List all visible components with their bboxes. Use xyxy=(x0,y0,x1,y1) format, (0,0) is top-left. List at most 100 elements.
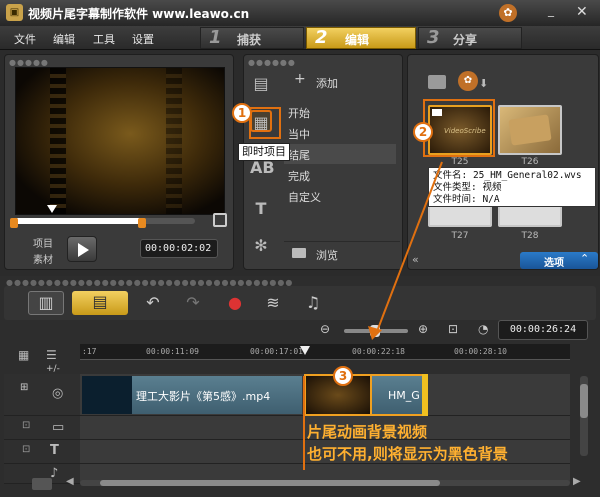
title-track-icon[interactable]: T xyxy=(50,443,59,458)
tab-edit[interactable]: 2 编辑 xyxy=(306,27,416,49)
thumb-t25[interactable]: VideoScribe xyxy=(428,105,492,155)
zoom-in-icon[interactable]: ⊕ xyxy=(418,322,428,336)
scrubber-handle[interactable] xyxy=(47,205,57,213)
end-clip-label: HM_G xyxy=(388,389,420,402)
project-mode-label[interactable]: 项目 xyxy=(33,235,53,250)
options-label: 选项 xyxy=(544,258,564,269)
import-arrow-icon[interactable]: ⬇ xyxy=(479,77,489,90)
video-track-header: ⊞ ◎ xyxy=(4,374,80,416)
menu-tools[interactable]: 工具 xyxy=(93,31,115,47)
menu-edit[interactable]: 编辑 xyxy=(53,31,75,47)
category-middle[interactable]: 当中 xyxy=(288,126,310,142)
track-add-button[interactable] xyxy=(32,478,52,490)
thumb-t28[interactable] xyxy=(498,205,562,227)
tab-capture[interactable]: 1 捕获 xyxy=(200,27,304,49)
app-logo-icon: ▣ xyxy=(6,4,23,21)
storyboard-view-icon[interactable]: ▥ xyxy=(28,291,64,315)
tooltip-instant-project: 即时项目 xyxy=(238,143,290,161)
scroll-left-icon[interactable]: ◀ xyxy=(66,476,74,487)
video-clip-thumb[interactable] xyxy=(82,376,132,414)
browse-icon[interactable] xyxy=(292,248,306,258)
track-lock-icon[interactable]: ⊡ xyxy=(22,444,30,455)
menu-settings[interactable]: 设置 xyxy=(132,31,154,47)
track-lock-icon[interactable]: ⊞ xyxy=(20,382,28,393)
zoom-slider[interactable] xyxy=(344,325,408,337)
end-clip[interactable]: HM_G xyxy=(372,374,424,416)
tab-share[interactable]: 3 分享 xyxy=(418,27,522,49)
options-button[interactable]: 选项 ⌃ xyxy=(520,252,598,269)
track-ctrl[interactable]: +/- xyxy=(46,364,60,374)
ruler-label: 00:00:28:10 xyxy=(454,347,507,356)
duration-clock-icon: ◔ xyxy=(478,322,489,336)
category-start[interactable]: 开始 xyxy=(288,105,310,121)
minimize-button[interactable]: _ xyxy=(548,4,562,19)
timeline-toolbar: ▥ ▤ ↶ ↷ ● ≋ ♫ xyxy=(4,286,596,320)
horizontal-scrollbar[interactable] xyxy=(80,480,570,486)
folder-icon[interactable] xyxy=(428,75,446,89)
callout-3: 3 xyxy=(333,366,353,386)
fit-project-icon[interactable]: ⊡ xyxy=(448,322,458,336)
import-icon[interactable]: ✿ xyxy=(458,71,478,91)
trim-end-handle[interactable] xyxy=(138,218,146,228)
trim-start-handle[interactable] xyxy=(10,218,18,228)
ruler-label: 00:00:11:09 xyxy=(146,347,199,356)
title-icon[interactable]: T xyxy=(250,198,272,220)
menu-file[interactable]: 文件 xyxy=(14,31,36,47)
category-complete[interactable]: 完成 xyxy=(288,168,310,184)
media-icon[interactable]: ▤ xyxy=(250,73,272,95)
ruler-label: 00:00:17:01 xyxy=(250,347,303,356)
zoom-out-icon[interactable]: ⊖ xyxy=(320,322,330,336)
snapshot-icon[interactable] xyxy=(213,213,227,227)
timecode-display[interactable]: 00:00:02:02 xyxy=(140,239,218,258)
browse-button[interactable]: 浏览 xyxy=(316,247,338,263)
redo-icon[interactable]: ↷ xyxy=(180,292,206,314)
thumb-caption: T27 xyxy=(451,231,469,241)
auto-music-icon[interactable]: ♫ xyxy=(300,292,326,314)
thumb-caption: T28 xyxy=(521,231,539,241)
instant-project-icon[interactable]: ▦ xyxy=(250,110,272,132)
overlay-track-icon[interactable]: ▭ xyxy=(52,420,64,435)
clip-mode-label[interactable]: 素材 xyxy=(33,251,53,266)
category-custom[interactable]: 自定义 xyxy=(288,189,321,205)
info-filename: 文件名: 25_HM_General02.wvs xyxy=(433,170,582,181)
chapter-icon[interactable]: ☰ xyxy=(46,348,57,362)
collapse-left-icon[interactable]: « xyxy=(412,253,419,266)
callout-1: 1 xyxy=(232,103,252,123)
undo-icon[interactable]: ↶ xyxy=(140,292,166,314)
playhead[interactable] xyxy=(300,346,310,355)
add-label[interactable]: 添加 xyxy=(316,75,338,91)
close-button[interactable]: ✕ xyxy=(576,4,592,20)
track-manager-icon[interactable]: ▦ xyxy=(18,348,29,362)
thumb-flag-icon xyxy=(432,109,442,116)
panel-grip: ●●●●● xyxy=(9,58,49,67)
vertical-scrollbar[interactable] xyxy=(580,376,588,456)
thumb-t25-text: VideoScribe xyxy=(444,127,486,135)
time-ruler[interactable]: :17 00:00:11:09 00:00:17:01 00:00:22:18 … xyxy=(80,344,570,360)
play-button[interactable] xyxy=(67,236,97,262)
filter-icon[interactable]: ✻ xyxy=(250,235,272,257)
scroll-right-icon[interactable]: ▶ xyxy=(573,476,581,487)
thumb-caption: T26 xyxy=(521,157,539,167)
thumb-t27[interactable] xyxy=(428,205,492,227)
timeline-view-icon[interactable]: ▤ xyxy=(72,291,128,315)
library-nav-panel: ●●●●●● ▤ ▦ AB T ✻ + 添加 开始 当中 结尾 完成 自定义 浏… xyxy=(243,54,403,270)
audio-mixer-icon[interactable]: ≋ xyxy=(260,292,286,314)
track-lock-icon[interactable]: ⊡ xyxy=(22,420,30,431)
app-title: 视频片尾字幕制作软件 www.leawo.cn xyxy=(28,7,250,21)
category-end[interactable]: 结尾 xyxy=(288,147,310,163)
annotation-line-1: 片尾动画背景视频 xyxy=(307,423,428,441)
library-panel: ✿ ⬇ VideoScribe T25 T26 T27 T28 « 选项 ⌃ xyxy=(407,54,599,270)
file-info-tooltip: 文件名: 25_HM_General02.wvs 文件类型: 视频 文件时间: … xyxy=(428,167,596,207)
video-clip-main[interactable]: 理工大影片《第5感》.mp4 xyxy=(132,376,302,414)
callout-2: 2 xyxy=(413,122,433,142)
add-icon[interactable]: + xyxy=(294,71,306,87)
title-bar: ▣ 视频片尾字幕制作软件 www.leawo.cn ✿ _ ✕ xyxy=(0,0,600,26)
end-clip-handle[interactable] xyxy=(422,374,428,416)
preview-scrubber[interactable] xyxy=(15,218,195,224)
ruler-label: 00:00:22:18 xyxy=(352,347,405,356)
title-track-header: ⊡ T xyxy=(4,440,80,464)
video-track-icon[interactable]: ◎ xyxy=(52,386,63,401)
annotation-line-2: 也可不用,则将显示为黑色背景 xyxy=(307,445,508,463)
thumb-t26[interactable] xyxy=(498,105,562,155)
record-icon[interactable]: ● xyxy=(222,292,248,314)
